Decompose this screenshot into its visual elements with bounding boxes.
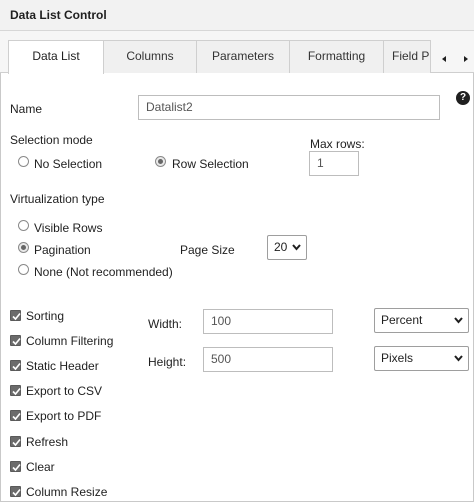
tab-columns[interactable]: Columns (103, 40, 197, 73)
static-header-checkbox[interactable] (10, 360, 21, 371)
clear-label: Clear (26, 460, 55, 474)
row-selection-label: Row Selection (172, 157, 249, 171)
column-filtering-label: Column Filtering (26, 334, 114, 348)
virtualization-type-label: Virtualization type (10, 192, 105, 206)
tab-bar: Data List Columns Parameters Formatting … (0, 31, 474, 74)
no-selection-label: No Selection (34, 157, 103, 171)
height-input[interactable]: 500 (203, 347, 333, 372)
export-pdf-checkbox[interactable] (10, 410, 21, 421)
export-pdf-label: Export to PDF (26, 409, 102, 423)
clear-checkbox[interactable] (10, 461, 21, 472)
width-unit-select[interactable]: Percent (374, 308, 469, 333)
checkmark-icon (12, 337, 21, 346)
tab-formatting[interactable]: Formatting (289, 40, 384, 73)
tab-data-list[interactable]: Data List (8, 40, 104, 74)
chevron-down-icon (454, 317, 463, 324)
column-filtering-checkbox[interactable] (10, 335, 21, 346)
caret-right-icon[interactable] (458, 51, 474, 67)
page-size-select[interactable]: 20 (267, 235, 307, 260)
refresh-label: Refresh (26, 435, 69, 449)
tab-parameters[interactable]: Parameters (196, 40, 290, 73)
chevron-down-icon (292, 244, 301, 251)
column-resize-checkbox[interactable] (10, 486, 21, 497)
page-size-label: Page Size (180, 243, 235, 257)
checkmark-icon (12, 312, 21, 321)
width-label: Width: (148, 317, 183, 331)
visible-rows-radio[interactable] (18, 220, 29, 231)
visible-rows-label: Visible Rows (34, 221, 103, 235)
height-label: Height: (148, 355, 187, 369)
max-rows-label: Max rows: (310, 137, 365, 151)
height-unit-value: Pixels (381, 351, 414, 365)
sorting-label: Sorting (26, 309, 65, 323)
export-csv-checkbox[interactable] (10, 385, 21, 396)
window-title: Data List Control (10, 8, 107, 22)
caret-left-icon[interactable] (436, 51, 452, 67)
name-label: Name (10, 102, 43, 116)
max-rows-input[interactable]: 1 (309, 151, 359, 176)
width-input[interactable]: 100 (203, 309, 333, 334)
none-label: None (Not recommended) (34, 265, 173, 279)
tab-field-properties[interactable]: Field P (383, 40, 431, 73)
checkmark-icon (12, 438, 21, 447)
height-unit-select[interactable]: Pixels (374, 346, 469, 371)
help-icon[interactable]: ? (456, 91, 470, 105)
refresh-checkbox[interactable] (10, 436, 21, 447)
pagination-label: Pagination (34, 243, 91, 257)
selection-mode-label: Selection mode (10, 133, 93, 147)
width-unit-value: Percent (381, 313, 423, 327)
checkmark-icon (12, 412, 21, 421)
checkmark-icon (12, 488, 21, 497)
row-selection-radio[interactable] (155, 156, 166, 167)
name-input[interactable]: Datalist2 (138, 95, 440, 120)
pagination-radio[interactable] (18, 242, 29, 253)
checkmark-icon (12, 463, 21, 472)
none-radio[interactable] (18, 264, 29, 275)
no-selection-radio[interactable] (18, 156, 29, 167)
column-resize-label: Column Resize (26, 485, 108, 499)
chevron-down-icon (454, 355, 463, 362)
page-size-value: 20 (274, 240, 288, 254)
checkmark-icon (12, 387, 21, 396)
static-header-label: Static Header (26, 359, 99, 373)
export-csv-label: Export to CSV (26, 384, 103, 398)
title-bar: Data List Control (0, 0, 474, 31)
checkmark-icon (12, 362, 21, 371)
sorting-checkbox[interactable] (10, 310, 21, 321)
